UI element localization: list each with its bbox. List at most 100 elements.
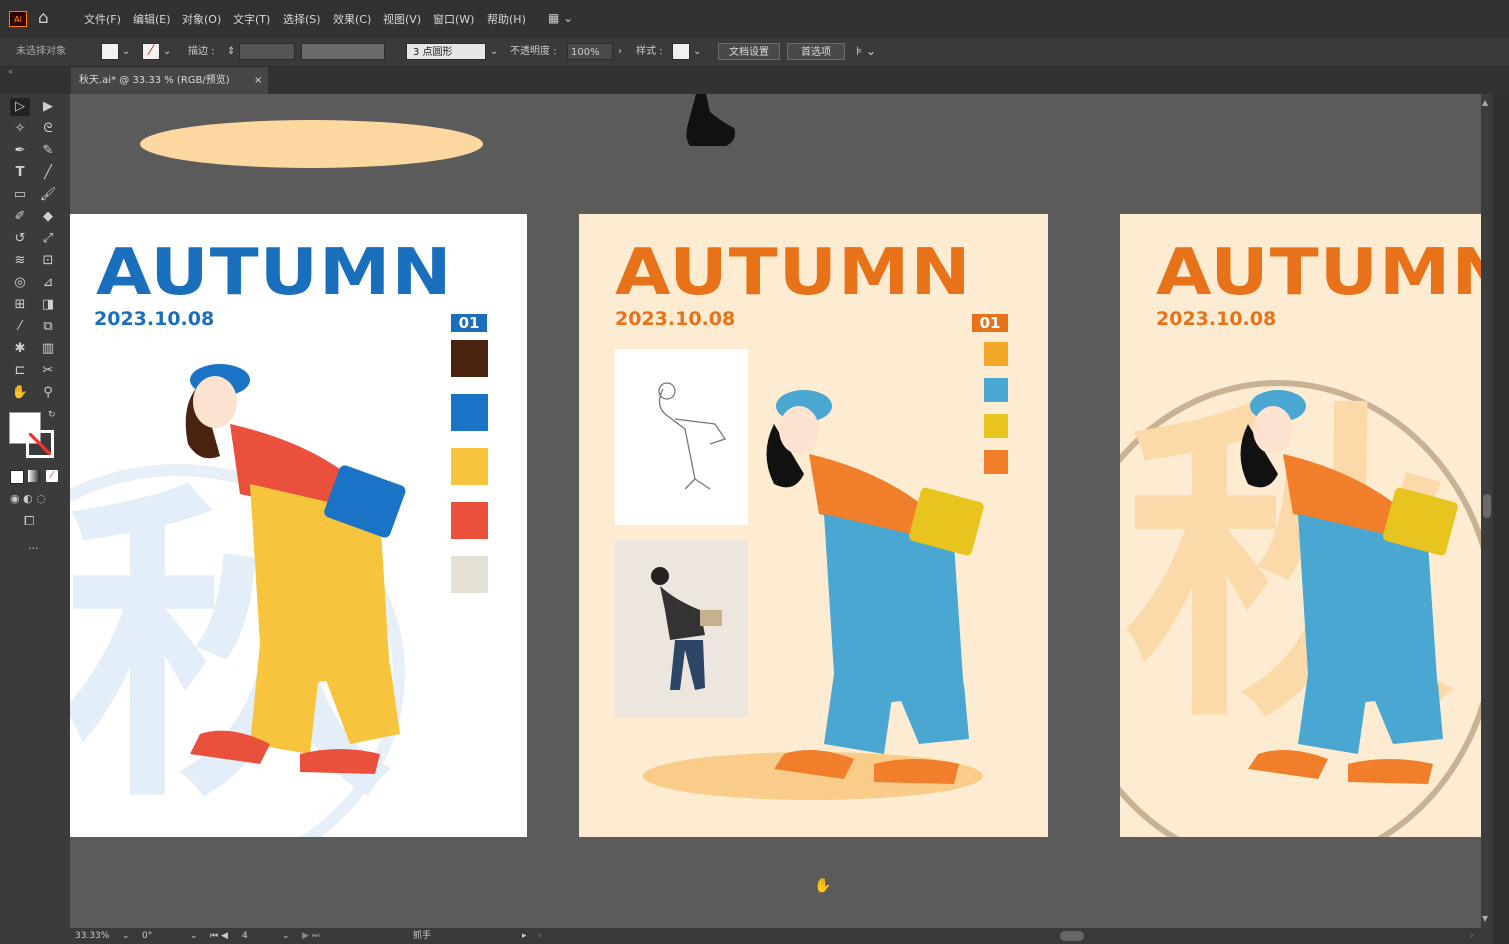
menu-window[interactable]: 窗口(W) [433,11,474,27]
zoom-level[interactable]: 33.33% [75,930,109,942]
stroke-weight-input[interactable] [239,43,295,60]
style-dropdown-icon[interactable]: ⌄ [693,43,701,60]
curvature-tool-icon[interactable]: ✎ [38,142,58,160]
rectangle-tool-icon[interactable]: ▭ [10,186,30,204]
collapsed-panel-dock[interactable] [1493,94,1509,944]
menu-help[interactable]: 帮助(H) [487,11,526,27]
document-tab-title: 秋天.ai* @ 33.33 % (RGB/预览) [79,75,230,86]
eraser-tool-icon[interactable]: ◆ [38,208,58,226]
artboard-date: 2023.10.08 [1156,308,1277,330]
edit-toolbar-icon[interactable]: ··· [28,542,39,555]
symbol-sprayer-tool-icon[interactable]: ✱ [10,340,30,358]
artboard-3[interactable]: 秋 AUTUMN 2023.10.08 [1120,214,1481,837]
brush-definition[interactable]: 3 点圆形 [406,43,486,60]
zoom-dropdown-icon[interactable]: ⌄ [122,930,130,942]
rotation-dropdown-icon[interactable]: ⌄ [190,930,198,942]
rotate-tool-icon[interactable]: ↺ [10,230,30,248]
perspective-grid-tool-icon[interactable]: ⊿ [38,274,58,292]
eyedropper-tool-icon[interactable]: ⁄ [10,318,30,336]
menu-effect[interactable]: 效果(C) [333,11,371,27]
horizontal-scroll-thumb[interactable] [1060,931,1084,941]
none-mode-icon[interactable]: ⁄ [46,470,58,482]
color-swatch [451,448,488,485]
zoom-tool-icon[interactable]: ⚲ [38,384,58,402]
align-menu-icon[interactable]: ⊧ ⌄ [856,43,876,60]
selection-tool-icon[interactable]: ▷ [10,98,30,116]
slice-tool-icon[interactable]: ✂ [38,362,58,380]
swap-colors-icon[interactable]: ↻ [48,410,56,420]
menu-select[interactable]: 选择(S) [283,11,321,27]
workspace-switcher-icon[interactable]: ▦ ⌄ [548,11,573,25]
scroll-right-icon[interactable]: › [1470,930,1474,942]
screen-mode-icon[interactable]: ⧠ [24,514,34,529]
vertical-scroll-thumb[interactable] [1483,494,1491,518]
menu-object[interactable]: 对象(O) [182,11,221,27]
status-menu-arrow-icon[interactable]: ▸ [522,930,527,942]
menu-edit[interactable]: 编辑(E) [133,11,171,27]
free-transform-tool-icon[interactable]: ⊡ [38,252,58,270]
document-setup-button[interactable]: 文档设置 [718,43,780,60]
vertical-scrollbar[interactable]: ▲ ▼ [1481,94,1493,928]
close-tab-icon[interactable]: × [254,67,262,94]
home-icon[interactable]: ⌂ [38,8,58,28]
document-tab[interactable]: 秋天.ai* @ 33.33 % (RGB/预览) × [71,67,268,94]
graphic-style-swatch[interactable] [672,43,690,60]
color-mode-icon[interactable] [10,470,24,484]
menu-file[interactable]: 文件(F) [84,11,121,27]
scroll-left-icon[interactable]: ‹ [538,930,542,942]
menu-view[interactable]: 视图(V) [383,11,421,27]
hand-tool-icon[interactable]: ✋ [10,384,30,402]
scroll-up-icon[interactable]: ▲ [1482,98,1488,107]
direct-selection-tool-icon[interactable]: ▶ [38,98,58,116]
preferences-button[interactable]: 首选项 [787,43,845,60]
gradient-mode-icon[interactable] [28,470,40,482]
fill-swatch[interactable] [101,43,119,60]
warp-tool-icon[interactable]: ≋ [10,252,30,270]
rotation-value[interactable]: 0° [142,930,152,942]
column-graph-tool-icon[interactable]: ▥ [38,340,58,358]
pen-tool-icon[interactable]: ✒ [10,142,30,160]
artboard-date: 2023.10.08 [94,308,215,330]
magic-wand-tool-icon[interactable]: ✧ [10,120,30,138]
scale-tool-icon[interactable]: ⤢ [38,230,58,248]
canvas[interactable]: 秋 AUTUMN 2023.10.08 01 AUTUMN 2023.10.08… [70,94,1481,928]
shaper-tool-icon[interactable]: ✐ [10,208,30,226]
fill-dropdown-icon[interactable]: ⌄ [122,43,130,60]
artboard-number[interactable]: 4 [242,930,248,942]
color-swatch [451,502,488,539]
stroke-color-icon[interactable] [26,430,54,458]
line-tool-icon[interactable]: ╱ [38,164,58,182]
blend-tool-icon[interactable]: ⧉ [38,318,58,336]
scroll-down-icon[interactable]: ▼ [1482,914,1488,923]
artboard-date: 2023.10.08 [615,308,736,330]
page-number-badge: 01 [972,314,1008,332]
artboard-tool-icon[interactable]: ⊏ [10,362,30,380]
type-tool-icon[interactable]: T [10,164,30,182]
draw-mode-icon[interactable]: ◉ ◐ ◌ [10,492,46,505]
paintbrush-tool-icon[interactable]: 🖌 [38,186,58,204]
shape-builder-tool-icon[interactable]: ◎ [10,274,30,292]
lasso-tool-icon[interactable]: ᘓ [38,120,58,138]
girl-illustration-orange [766,390,984,784]
next-artboard-icon[interactable]: ▶ ⏭ [302,930,320,942]
artboard-dropdown-icon[interactable]: ⌄ [282,930,290,942]
menu-type[interactable]: 文字(T) [233,11,270,27]
artboard-2[interactable]: AUTUMN 2023.10.08 01 [579,214,1048,837]
first-artboard-icon[interactable]: ⏮ ◀ [210,930,228,942]
menu-bar: Ai ⌂ 文件(F) 编辑(E) 对象(O) 文字(T) 选择(S) 效果(C)… [0,0,1509,38]
mesh-tool-icon[interactable]: ⊞ [10,296,30,314]
sketch-reference-image [615,349,748,525]
artboard-title: AUTUMN [96,236,453,310]
girl-illustration-faded [1240,390,1458,784]
stroke-stepper-icon[interactable]: ⇕ [227,43,235,60]
brush-dropdown-icon[interactable]: ⌄ [490,43,498,60]
gradient-tool-icon[interactable]: ◨ [38,296,58,314]
collapse-panels-icon[interactable]: « [8,67,13,76]
artboard-1[interactable]: 秋 AUTUMN 2023.10.08 01 [70,214,527,837]
variable-width-profile[interactable] [301,43,385,60]
control-bar: 未选择对象 ⌄ ⁄ ⌄ 描边 : ⇕ 3 点圆形 ⌄ 不透明度 : 100% ›… [0,38,1509,67]
opacity-input[interactable]: 100% [567,43,613,60]
opacity-arrow-icon[interactable]: › [618,43,622,60]
stroke-dropdown-icon[interactable]: ⌄ [163,43,171,60]
stroke-swatch-icon[interactable]: ⁄ [142,43,160,60]
